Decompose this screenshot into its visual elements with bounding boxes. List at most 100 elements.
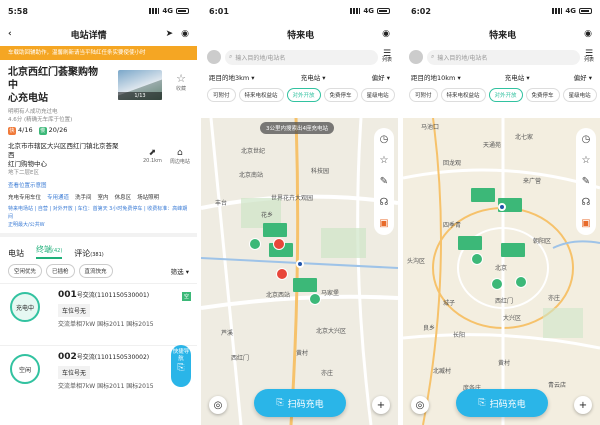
search-input[interactable]: ⌕ 输入目的地/电站名 xyxy=(225,49,378,65)
plus-icon[interactable]: + xyxy=(372,396,390,414)
distance-dropdown[interactable]: 距目的地3km ▾ xyxy=(209,72,255,82)
locate-icon[interactable]: ◎ xyxy=(411,396,429,414)
chip-open[interactable]: 对外开放 xyxy=(286,88,321,102)
type-dropdown[interactable]: 充电站 ▾ xyxy=(505,72,530,82)
map-label: 青云店 xyxy=(548,382,567,389)
map-view[interactable]: 3公里内搜索出4座充电站 北京世纪 北京南站 丰台 科技园 世界花卉大观园 花乡… xyxy=(201,118,398,425)
page-title: 特来电 xyxy=(287,30,315,41)
chip-payable[interactable]: 可附付 xyxy=(207,88,236,102)
target-icon[interactable]: ◉ xyxy=(584,29,592,39)
chip-payable[interactable]: 可附付 xyxy=(409,88,438,102)
station-pin[interactable] xyxy=(293,278,317,292)
target-icon[interactable]: ◉ xyxy=(382,29,390,39)
distance-dropdown[interactable]: 距目的地10km ▾ xyxy=(411,72,461,82)
station-pin[interactable] xyxy=(458,236,482,250)
star-icon[interactable]: ☆ xyxy=(582,155,591,166)
page-title: 特来电 xyxy=(489,30,517,41)
chip-star[interactable]: 星级电站 xyxy=(360,88,395,102)
nearby-label: 周边电站 xyxy=(169,159,190,165)
avatar[interactable] xyxy=(207,50,221,64)
chip-star[interactable]: 星级电站 xyxy=(562,88,597,102)
chip-plugged[interactable]: 已插枪 xyxy=(46,264,75,278)
clock-icon[interactable]: ◷ xyxy=(582,134,591,145)
fee-link[interactable]: 正明最大/公共W xyxy=(0,221,197,229)
type-label: 充电站 xyxy=(504,74,525,82)
chip-benefit[interactable]: 特来电权益站 xyxy=(440,88,486,102)
station-pin-round[interactable] xyxy=(309,293,321,305)
tab-terminal[interactable]: 终端(42) xyxy=(36,244,63,259)
type-dropdown[interactable]: 充电站 ▾ xyxy=(301,72,326,82)
terminal-card[interactable]: 空闲 002号交流(1101150530002) 车位号无 交流单相7kW 国标… xyxy=(0,345,197,407)
target-icon[interactable]: ◉ xyxy=(181,29,189,39)
station-pin[interactable] xyxy=(471,188,495,202)
location-arrow-icon[interactable]: ➤ xyxy=(166,29,174,39)
scan-charge-button[interactable]: ⎘ 扫码充电 xyxy=(254,389,346,417)
scan-charge-button[interactable]: ⎘ 扫码充电 xyxy=(456,389,548,417)
tab-reviews[interactable]: 评论(381) xyxy=(74,248,103,259)
preference-dropdown[interactable]: 偏好 ▾ xyxy=(372,72,390,82)
chip-free-parking[interactable]: 免费停车 xyxy=(525,88,560,102)
clock-icon[interactable]: ◷ xyxy=(380,134,389,145)
station-subtitle: 明明有人成功充过电 xyxy=(8,109,58,115)
station-pin-round[interactable] xyxy=(249,238,261,250)
signal-icon xyxy=(552,8,563,14)
preference-dropdown[interactable]: 偏好 ▾ xyxy=(574,72,592,82)
photo-count: 1/13 xyxy=(118,92,162,100)
favorite-button[interactable]: ☆ 收藏 xyxy=(172,72,190,92)
feature-restroom: 洗手间 xyxy=(75,195,92,201)
station-features: 充电专用车位 专用通道 洗手间 室内 休息区 场站照明 xyxy=(0,189,197,201)
avatar[interactable] xyxy=(409,50,423,64)
chip-dc-fast[interactable]: 直流快充 xyxy=(78,264,113,278)
distance-label: 距目的地10km xyxy=(411,74,456,82)
station-pin-round[interactable] xyxy=(471,253,483,265)
station-pin-red[interactable] xyxy=(273,238,285,250)
view-map-link[interactable]: 查看位置示意图 xyxy=(0,178,197,189)
slow-count: 20/26 xyxy=(48,126,68,134)
list-button[interactable]: ☰ 列表 xyxy=(584,50,594,64)
pen-icon[interactable]: ✎ xyxy=(380,176,388,187)
headset-icon[interactable]: ☊ xyxy=(380,197,389,208)
locate-icon[interactable]: ◎ xyxy=(209,396,227,414)
page-title: 电站详情 xyxy=(70,30,107,41)
tab-station[interactable]: 电站 xyxy=(8,248,24,259)
headset-icon[interactable]: ☊ xyxy=(582,197,591,208)
search-icon: ⌕ xyxy=(431,53,435,60)
notice-banner[interactable]: 车载助回辅助作，温馨刷新请当平陆红任条实要使使小时 xyxy=(0,46,197,60)
chip-open[interactable]: 对外开放 xyxy=(488,88,523,102)
distance-label: 距目的地3km xyxy=(209,74,250,82)
star-icon[interactable]: ☆ xyxy=(380,155,389,166)
terminal-number: 001号交流(1101150530001) xyxy=(58,290,149,300)
list-button[interactable]: ☰ 列表 xyxy=(382,50,392,64)
pen-icon[interactable]: ✎ xyxy=(582,176,590,187)
search-input[interactable]: ⌕ 输入目的地/电站名 xyxy=(427,49,580,65)
plus-icon[interactable]: + xyxy=(574,396,592,414)
parking-field: 车位号无 xyxy=(58,366,91,379)
chip-free-parking[interactable]: 免费停车 xyxy=(323,88,358,102)
terminal-card[interactable]: 充电中 001号交流(1101150530001) 车位号无 交流单相7kW 国… xyxy=(0,283,197,345)
map-view[interactable]: 马池口 北七家 天通苑 回龙观 来广营 亦庄 四季青 头沟区 朝阳区 北京 城子… xyxy=(403,118,600,425)
station-pin[interactable] xyxy=(263,223,287,237)
station-pin[interactable] xyxy=(501,243,525,257)
nav-bar: ‹ 电站详情 ➤ ◉ xyxy=(0,22,197,46)
status-time: 6:01 xyxy=(209,6,229,16)
chip-free-first[interactable]: 空闲优先 xyxy=(8,264,43,278)
current-location-icon xyxy=(498,203,506,211)
map-label: 北七家 xyxy=(515,134,534,141)
gift-icon[interactable]: ▣ xyxy=(581,218,590,229)
filter-button[interactable]: 筛选 ▾ xyxy=(171,266,189,276)
map-label: 回龙观 xyxy=(443,160,462,167)
map-label: 黄村 xyxy=(498,360,511,367)
status-time: 6:02 xyxy=(411,6,431,16)
quick-nav-button[interactable]: 快捷导航 ⎘ xyxy=(171,345,191,387)
map-label: 北京世纪 xyxy=(241,148,266,155)
station-pin-round[interactable] xyxy=(515,276,527,288)
gift-icon[interactable]: ▣ xyxy=(379,218,388,229)
station-pin-red[interactable] xyxy=(276,268,288,280)
battery-icon xyxy=(176,8,189,14)
station-pin-round[interactable] xyxy=(491,278,503,290)
status-ring: 空闲 xyxy=(10,354,40,384)
chip-benefit[interactable]: 特来电权益站 xyxy=(238,88,284,102)
navigate-button[interactable]: ⬈ 20.1km xyxy=(143,148,162,165)
map-label: 头沟区 xyxy=(407,258,426,265)
nearby-button[interactable]: ⌂ 周边电站 xyxy=(170,148,190,165)
